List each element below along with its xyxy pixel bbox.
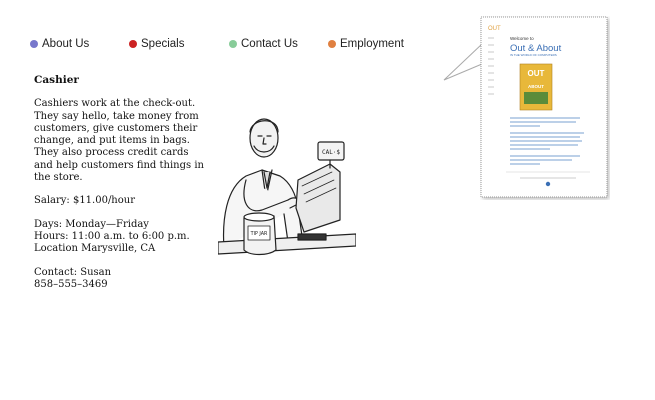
tip-jar-label: TIP JAR [250, 231, 268, 237]
preview-welcome: Welcome to [510, 36, 534, 41]
preview-book-word-bottom: ABOUT [528, 84, 544, 89]
nav-specials-label: Specials [141, 38, 185, 50]
bullet-dot-icon [30, 40, 38, 48]
job-hours: Hours: 11:00 a.m. to 6:00 p.m. [34, 230, 190, 242]
job-days: Days: Monday—Friday [34, 218, 149, 230]
bullet-dot-icon [328, 40, 336, 48]
nav-about-us[interactable]: About Us [30, 38, 89, 50]
job-posting: Cashier Cashiers work at the check-out. … [34, 74, 204, 302]
job-description: Cashiers work at the check-out. They say… [34, 98, 204, 184]
nav-contact-us-label: Contact Us [241, 38, 298, 50]
job-contact-name: Contact: Susan [34, 266, 112, 278]
bullet-dot-icon [129, 40, 137, 48]
site-preview-thumbnail[interactable]: OUT Welcome to Out & About IN THE WORLD … [480, 16, 610, 200]
bullet-dot-icon [229, 40, 237, 48]
nav-about-us-label: About Us [42, 38, 90, 50]
preview-subtitle: IN THE WORLD OF COMPUTERS [510, 53, 557, 57]
job-contact-phone: 858–555–3469 [34, 278, 108, 290]
preview-logo: OUT [488, 26, 501, 32]
register-sign-text: CAL·$ [322, 149, 340, 156]
nav-contact-us[interactable]: Contact Us [229, 38, 298, 50]
nav-employment-label: Employment [340, 38, 404, 50]
nav-specials[interactable]: Specials [129, 38, 184, 50]
nav-employment[interactable]: Employment [328, 38, 404, 50]
job-salary: Salary: $11.00/hour [34, 195, 135, 207]
cashier-illustration: CAL·$ TIP JAR [218, 118, 356, 256]
job-title: Cashier [34, 74, 79, 86]
top-navigation: About Us Specials Contact Us Employment [30, 38, 430, 54]
job-location: Location Marysville, CA [34, 243, 156, 255]
preview-book-word-top: OUT [528, 69, 545, 78]
